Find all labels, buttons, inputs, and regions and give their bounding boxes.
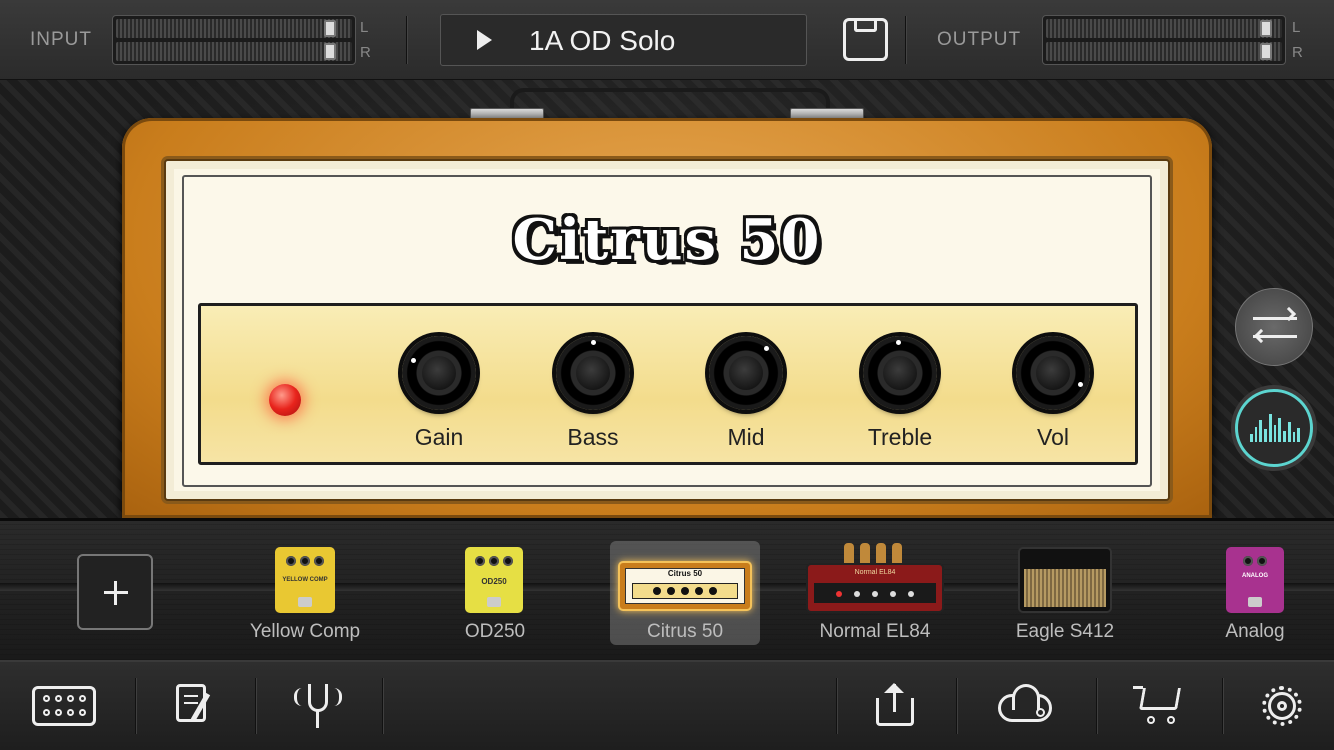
- analog-pedal-text: ANALOG: [1242, 573, 1268, 579]
- chain-item-citrus-50[interactable]: Citrus 50 Citrus 50: [610, 541, 760, 645]
- treble-label: Treble: [867, 424, 933, 450]
- input-level-meter[interactable]: [112, 15, 356, 65]
- equalizer-icon: [1250, 414, 1301, 442]
- input-left-level-thumb[interactable]: [324, 20, 336, 37]
- play-icon[interactable]: [477, 30, 492, 50]
- bass-control[interactable]: Bass: [533, 336, 653, 462]
- input-channel-left-label: L: [360, 19, 369, 36]
- cart-icon: [1139, 688, 1181, 710]
- normal-el84-tubes: [840, 543, 902, 563]
- store-button[interactable]: [1133, 680, 1185, 732]
- citrus-50-small-text: Citrus 50: [667, 569, 703, 578]
- divider: [406, 16, 407, 64]
- bass-label: Bass: [567, 424, 619, 450]
- normal-el84-small-text: Normal EL84: [854, 569, 896, 576]
- pedalboard-icon: [32, 686, 96, 726]
- od250-pedal-thumbnail: OD250: [465, 547, 523, 613]
- swap-button[interactable]: [1235, 288, 1313, 366]
- amp-faceplate: Citrus 50 Gain Bass Mid Treble Vol: [182, 175, 1152, 487]
- chain-item-normal-el84[interactable]: Normal EL84 Normal EL84: [800, 541, 950, 645]
- chain-item-label: Normal EL84: [819, 621, 931, 642]
- volume-control[interactable]: Vol: [993, 336, 1113, 462]
- mid-knob[interactable]: [709, 336, 783, 410]
- eagle-s412-cabinet-thumbnail: [1018, 547, 1112, 613]
- save-icon: [854, 18, 877, 32]
- treble-control[interactable]: Treble: [840, 336, 960, 462]
- amp-control-panel: Gain Bass Mid Treble Vol: [198, 303, 1138, 465]
- chain-item-label: Eagle S412: [1015, 621, 1115, 642]
- power-led: [269, 384, 301, 416]
- output-right-level-thumb[interactable]: [1260, 43, 1272, 60]
- signal-chain: YELLOW COMP Yellow Comp OD250 OD250 Citr…: [0, 518, 1334, 662]
- bottom-toolbar: [0, 662, 1334, 750]
- preset-name: 1A OD Solo: [529, 25, 676, 56]
- gain-label: Gain: [414, 424, 464, 450]
- chain-item-label: OD250: [464, 621, 526, 642]
- notes-button[interactable]: [170, 680, 222, 732]
- treble-knob[interactable]: [863, 336, 937, 410]
- output-channel-left-label: L: [1292, 19, 1301, 36]
- yellow-comp-pedal-thumbnail: YELLOW COMP: [275, 547, 335, 613]
- volume-label: Vol: [1037, 424, 1069, 450]
- amp-model-name: Citrus 50: [512, 207, 822, 273]
- volume-knob[interactable]: [1016, 336, 1090, 410]
- cloud-share-button[interactable]: [996, 680, 1056, 732]
- save-button[interactable]: [843, 18, 888, 61]
- settings-button[interactable]: [1256, 680, 1308, 732]
- mid-control[interactable]: Mid: [686, 336, 806, 462]
- input-label: INPUT: [30, 29, 92, 50]
- od250-pedal-text: OD250: [481, 577, 507, 586]
- amp-cabinet: Citrus 50 Gain Bass Mid Treble Vol: [122, 118, 1212, 518]
- gain-knob[interactable]: [402, 336, 476, 410]
- chain-item-label: Citrus 50: [646, 621, 724, 642]
- add-effect-button[interactable]: [77, 554, 153, 630]
- bass-knob[interactable]: [556, 336, 630, 410]
- mid-label: Mid: [727, 424, 765, 450]
- chain-item-eagle-s412[interactable]: Eagle S412: [990, 541, 1140, 645]
- amp-stage: Citrus 50 Gain Bass Mid Treble Vol: [0, 80, 1334, 518]
- output-label: OUTPUT: [937, 29, 1022, 50]
- analog-pedal-thumbnail: ANALOG: [1226, 547, 1284, 613]
- tuner-button[interactable]: [292, 680, 344, 732]
- input-right-level-thumb[interactable]: [324, 43, 336, 60]
- chain-item-label: Yellow Comp: [249, 621, 361, 642]
- chain-item-analog[interactable]: ANALOG Analog: [1180, 541, 1330, 645]
- tuning-fork-icon: [308, 684, 328, 712]
- output-left-level-thumb[interactable]: [1260, 20, 1272, 37]
- input-channel-right-label: R: [360, 44, 371, 61]
- citrus-50-amp-thumbnail: Citrus 50: [618, 561, 752, 611]
- share-button[interactable]: [870, 680, 922, 732]
- chain-item-label: Analog: [1225, 621, 1285, 642]
- gain-control[interactable]: Gain: [379, 336, 499, 462]
- divider: [905, 16, 906, 64]
- preset-selector[interactable]: 1A OD Solo: [440, 14, 807, 66]
- output-level-meter[interactable]: [1042, 15, 1286, 65]
- yellow-comp-pedal-text: YELLOW COMP: [282, 577, 328, 583]
- normal-el84-amp-thumbnail: Normal EL84: [806, 563, 944, 613]
- equalizer-button[interactable]: [1235, 389, 1313, 467]
- amp-face: Citrus 50 Gain Bass Mid Treble Vol: [164, 159, 1170, 501]
- output-channel-right-label: R: [1292, 44, 1303, 61]
- chain-item-od250[interactable]: OD250 OD250: [420, 541, 570, 645]
- pedalboard-button[interactable]: [32, 680, 96, 732]
- amp-handle: [510, 88, 830, 118]
- chain-item-yellow-comp[interactable]: YELLOW COMP Yellow Comp: [230, 541, 380, 645]
- top-bar: INPUT L R 1A OD Solo OUTPUT L R: [0, 0, 1334, 80]
